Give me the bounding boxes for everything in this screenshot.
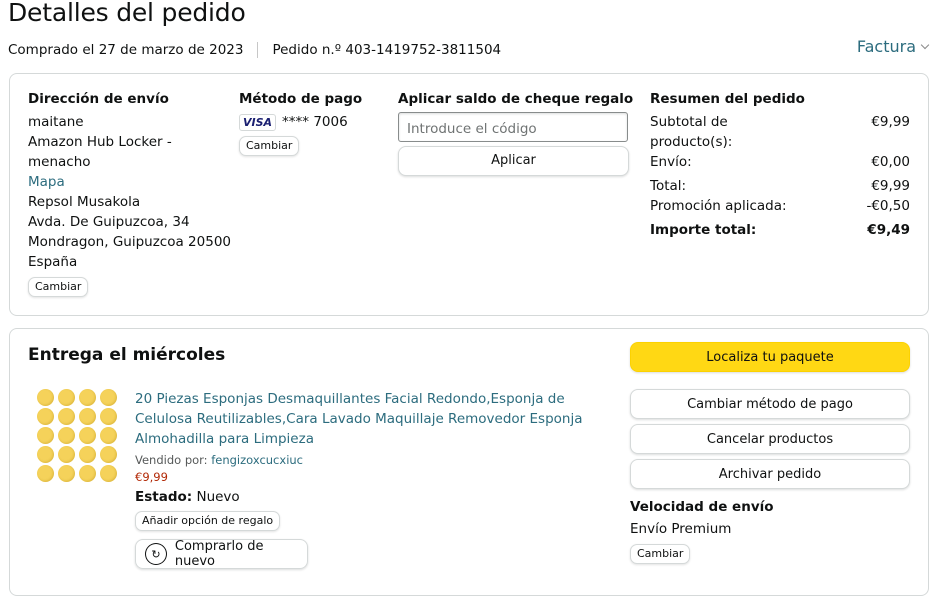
sold-by: Vendido por: fengizoxcucxiuc [135,453,605,467]
sponge-dot [37,427,54,444]
condition-value: Nuevo [196,489,240,505]
subtotal-label: Subtotal de producto(s): [650,114,733,150]
summary-heading: Resumen del pedido [650,91,805,107]
shipping-address: Dirección de envío maitane Amazon Hub Lo… [28,90,238,297]
summary-row: Subtotal de producto(s): €9,99 [650,112,910,152]
seller-link[interactable]: fengizoxcucxiuc [211,453,303,467]
divider [257,42,259,58]
order-info-panel: Dirección de envío maitane Amazon Hub Lo… [9,73,929,316]
payment-method: Método de pago VISA **** 7006 Cambiar [239,90,389,156]
delivery-heading: Entrega el miércoles [28,345,226,365]
buy-again-label: Comprarlo de nuevo [174,539,264,569]
recipient-name: maitane [28,114,84,130]
summary-row: Total: €9,99 [650,176,910,196]
card-digits: **** 7006 [282,114,348,130]
change-payment-method-button[interactable]: Cambiar método de pago [630,389,910,419]
archive-order-button[interactable]: Archivar pedido [630,459,910,489]
chevron-down-icon [920,40,930,49]
shipping-speed-heading: Velocidad de envío [630,499,774,515]
address-line: Avda. De Guipuzcoa, 34 [28,214,190,230]
shipping-speed-value: Envío Premium [630,521,732,537]
map-link[interactable]: Mapa [28,172,238,192]
sponge-dot [58,465,75,482]
sponge-dot [37,465,54,482]
total-label: Total: [650,178,687,194]
address-line: Repsol Musakola [28,194,141,210]
shipping-cost-value: €0,00 [871,154,910,170]
product-title-link[interactable]: 20 Piezas Esponjas Desmaquillantes Facia… [135,389,605,449]
address-country: España [28,254,78,270]
sponge-dot [37,408,54,425]
sponge-dot [79,465,96,482]
order-date: Comprado el 27 de marzo de 2023 [8,42,244,58]
product-image[interactable] [37,389,127,482]
buy-again-button[interactable]: ↻ Comprarlo de nuevo [135,539,308,569]
product-price: €9,99 [135,470,168,484]
product-details: 20 Piezas Esponjas Desmaquillantes Facia… [135,389,605,531]
sponge-dot [58,446,75,463]
gift-card-section: Aplicar saldo de cheque regalo Introduce… [398,90,638,176]
condition: Estado: Nuevo [135,489,605,505]
grand-total-label: Importe total: [650,222,757,238]
sponge-dot [79,389,96,406]
gift-heading: Aplicar saldo de cheque regalo [398,91,634,107]
promo-label: Promoción aplicada: [650,198,787,214]
promo-value: -€0,50 [866,198,910,214]
buy-again-icon: ↻ [145,543,167,565]
cancel-items-button[interactable]: Cancelar productos [630,424,910,454]
sponge-dot [37,389,54,406]
sponge-dot [37,446,54,463]
order-actions: Localiza tu paquete Cambiar método de pa… [630,342,910,564]
sponge-dot [100,427,117,444]
add-gift-option-button[interactable]: Añadir opción de regalo [135,511,281,531]
sponge-dot [58,389,75,406]
visa-card-icon: VISA [239,113,277,131]
sponge-dot [58,408,75,425]
condition-label: Estado: [135,489,193,505]
sponge-dot [79,427,96,444]
sponge-dot [79,446,96,463]
address-line: Amazon Hub Locker - menacho [28,134,172,170]
sponge-dot [100,465,117,482]
invoice-dropdown[interactable]: Factura [856,37,930,56]
track-package-button[interactable]: Localiza tu paquete [630,342,910,372]
summary-row: Importe total: €9,49 [650,220,910,240]
invoice-label: Factura [856,37,916,56]
payment-heading: Método de pago [239,91,363,107]
sponge-dot [100,408,117,425]
change-speed-button[interactable]: Cambiar [630,544,691,564]
order-summary: Resumen del pedido Subtotal de producto(… [650,90,920,240]
shipping-heading: Dirección de envío [28,91,169,107]
page-title: Detalles del pedido [8,0,246,27]
sponge-dot [100,389,117,406]
change-address-button[interactable]: Cambiar [28,277,89,297]
total-value: €9,99 [871,178,910,194]
sponge-dot [100,446,117,463]
gift-code-input[interactable]: Introduce el código [398,112,628,142]
address-line: Mondragon, Guipuzcoa 20500 [28,234,231,250]
shipping-cost-label: Envío: [650,154,692,170]
order-number: Pedido n.º 403-1419752-3811504 [272,42,502,58]
sponge-dot [58,427,75,444]
shipment-panel: Entrega el miércoles 20 Piezas Esponjas … [9,328,929,596]
grand-total-value: €9,49 [867,222,910,238]
apply-gift-button[interactable]: Aplicar [398,146,629,176]
order-meta: Comprado el 27 de marzo de 2023 Pedido n… [8,42,501,58]
summary-row: Envío: €0,00 [650,152,910,172]
sold-by-label: Vendido por: [135,453,208,467]
sponge-dot [79,408,96,425]
change-payment-button[interactable]: Cambiar [239,136,300,156]
subtotal-value: €9,99 [871,114,910,130]
summary-row: Promoción aplicada: -€0,50 [650,196,910,216]
